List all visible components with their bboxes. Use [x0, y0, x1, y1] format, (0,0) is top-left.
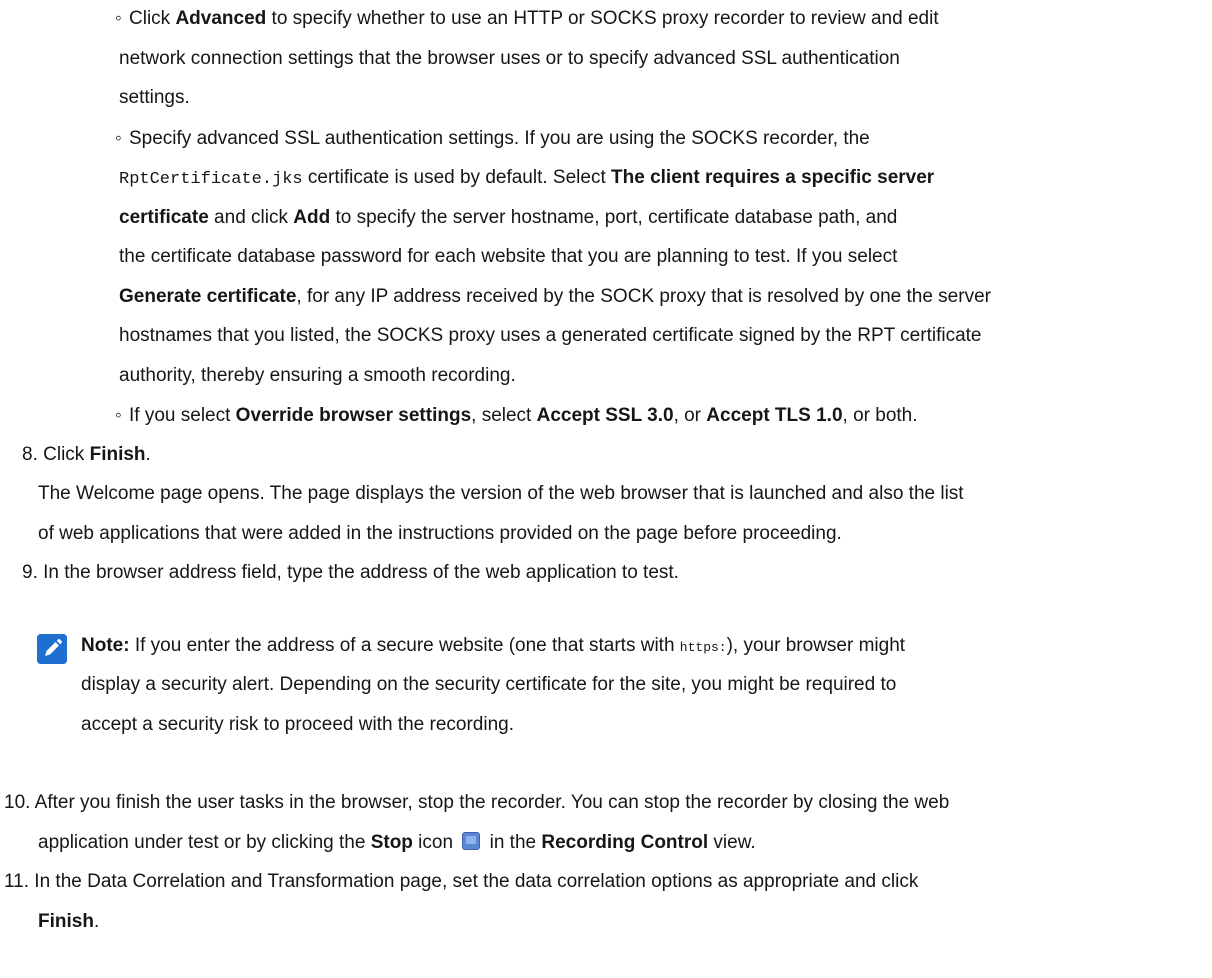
step-number: 9. [22, 562, 38, 583]
ui-term-certificate: certificate [119, 207, 209, 228]
step-11-line2: Finish. [38, 909, 99, 935]
text: If you enter the address of a secure web… [129, 635, 680, 656]
sub-item-ssl-line6: hostnames that you listed, the SOCKS pro… [119, 325, 982, 346]
step-number: 10. [4, 792, 31, 813]
ui-term-ssl30: Accept SSL 3.0 [536, 405, 674, 426]
sub-item-ssl-line3: certificate and click Add to specify the… [119, 205, 897, 231]
ui-term-client-requires: The client requires a specific server [611, 167, 935, 188]
step-10-line2: application under test or by clicking th… [38, 830, 756, 856]
bullet: ◦ [115, 8, 122, 29]
ui-term-add: Add [293, 207, 331, 228]
note-pencil-icon [37, 634, 67, 664]
ui-term-finish: Finish [38, 911, 94, 932]
code-rptcertificate: RptCertificate.jks [119, 170, 303, 189]
text: icon [412, 832, 459, 853]
text: , or [673, 405, 707, 426]
bullet: ◦ [115, 405, 122, 426]
text: to specify whether to use an HTTP or SOC… [266, 8, 939, 29]
step-9: 9. In the browser address field, type th… [22, 560, 679, 586]
step-number: 11. [4, 871, 30, 892]
note-line2: display a security alert. Depending on t… [81, 674, 897, 695]
ui-term-recording-control: Recording Control [541, 832, 709, 853]
stop-icon [462, 832, 481, 850]
step-8: 8. Click Finish. [22, 442, 151, 468]
step-11: 11. In the Data Correlation and Transfor… [4, 869, 918, 895]
text: , select [471, 405, 537, 426]
ui-term-generate-certificate: Generate certificate [119, 286, 297, 307]
ui-term-override: Override browser settings [235, 405, 472, 426]
text: Specify advanced SSL authentication sett… [129, 128, 870, 149]
text: After you finish the user tasks in the b… [34, 792, 950, 813]
sub-item-ssl-line5: Generate certificate, for any IP address… [119, 284, 991, 310]
step-10: 10. After you finish the user tasks in t… [4, 790, 949, 816]
sub-item-ssl: ◦ Specify advanced SSL authentication set… [115, 126, 870, 152]
text: . [145, 444, 151, 465]
sub-item-ssl-line7: authority, thereby ensuring a smooth rec… [119, 365, 516, 386]
text: In the Data Correlation and Transformati… [34, 871, 919, 892]
text: Click [129, 8, 176, 29]
step-8-result-line2: of web applications that were added in t… [38, 523, 842, 544]
text: to specify the server hostname, port, ce… [330, 207, 898, 228]
text: . [93, 911, 100, 932]
step-number: 8. [22, 444, 38, 465]
sub-item-advanced: ◦ Click Advanced to specify whether to us… [115, 6, 939, 32]
text: in the [484, 832, 542, 853]
ui-term-advanced: Advanced [175, 8, 267, 29]
text: and click [208, 207, 294, 228]
bullet: ◦ [115, 128, 122, 149]
sub-item-override: ◦ If you select Override browser settings… [115, 403, 918, 429]
document-page: ◦ Click Advanced to specify whether to us… [0, 0, 1212, 978]
text: In the browser address field, type the a… [43, 562, 679, 583]
step-8-result-line1: The Welcome page opens. The page display… [38, 483, 964, 504]
text: , or both. [842, 405, 918, 426]
sub-item-advanced-line3: settings. [119, 87, 190, 108]
text: If you select [129, 405, 236, 426]
sub-item-ssl-line2: RptCertificate.jks certificate is used b… [119, 165, 934, 193]
sub-item-advanced-line2: network connection settings that the bro… [119, 48, 900, 69]
text: , for any IP address received by the SOC… [296, 286, 991, 307]
note-line3: accept a security risk to proceed with t… [81, 714, 514, 735]
ui-term-stop: Stop [370, 832, 413, 853]
text: view. [708, 832, 756, 853]
note-line1: Note: If you enter the address of a secu… [81, 633, 905, 661]
ui-term-tls10: Accept TLS 1.0 [706, 405, 843, 426]
text: ), your browser might [726, 635, 906, 656]
text: certificate is used by default. Select [302, 167, 612, 188]
text: Click [43, 444, 90, 465]
text: application under test or by clicking th… [38, 832, 371, 853]
ui-term-finish: Finish [89, 444, 146, 465]
code-https: https: [679, 640, 727, 655]
sub-item-ssl-line4: the certificate database password for ea… [119, 246, 898, 267]
note-label: Note: [81, 635, 130, 656]
